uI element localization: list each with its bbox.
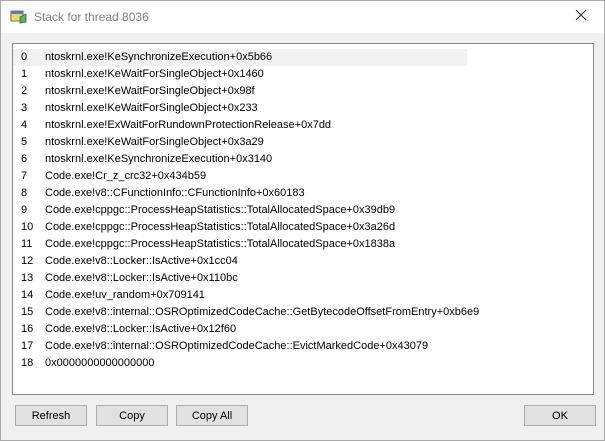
stack-frame-row[interactable]: 18 0x0000000000000000 bbox=[13, 355, 467, 372]
frame-index: 12 bbox=[21, 255, 34, 267]
frame-index: 16 bbox=[21, 323, 34, 335]
frame-text: ntoskrnl.exe!ExWaitForRundownProtectionR… bbox=[45, 119, 332, 131]
window-title: Stack for thread 8036 bbox=[34, 10, 149, 24]
frame-text: ntoskrnl.exe!KeWaitForSingleObject+0x98f bbox=[45, 85, 255, 97]
frame-index: 5 bbox=[21, 136, 28, 148]
frame-text: Code.exe!cppgc::ProcessHeapStatistics::T… bbox=[45, 238, 396, 250]
stack-frame-row[interactable]: 3 ntoskrnl.exe!KeWaitForSingleObject+0x23… bbox=[13, 100, 467, 117]
stack-frame-row[interactable]: 17 Code.exe!v8::internal::OSROptimizedCod… bbox=[13, 338, 467, 355]
frame-text: Code.exe!Cr_z_crc32+0x434b59 bbox=[45, 170, 207, 182]
ok-button[interactable]: OK bbox=[524, 405, 596, 426]
stack-dialog: Stack for thread 8036 0 ntoskrnl.exe!KeSy… bbox=[0, 0, 605, 441]
frame-text: Code.exe!v8::internal::OSROptimizedCodeC… bbox=[45, 306, 480, 318]
stack-frame-row[interactable]: 6 ntoskrnl.exe!KeSynchronizeExecution+0x3… bbox=[13, 151, 467, 168]
frame-text: ntoskrnl.exe!KeWaitForSingleObject+0x3a2… bbox=[45, 136, 264, 148]
stack-frame-row[interactable]: 12 Code.exe!v8::Locker::IsActive+0x1cc04 bbox=[13, 253, 467, 270]
frame-text: Code.exe!cppgc::ProcessHeapStatistics::T… bbox=[45, 221, 396, 233]
frame-index: 7 bbox=[21, 170, 28, 182]
stack-frame-row[interactable]: 9 Code.exe!cppgc::ProcessHeapStatistics::… bbox=[13, 202, 467, 219]
frame-index: 15 bbox=[21, 306, 34, 318]
refresh-button[interactable]: Refresh bbox=[15, 405, 87, 426]
frame-text: Code.exe!v8::internal::OSROptimizedCodeC… bbox=[45, 340, 429, 352]
frame-index: 0 bbox=[21, 51, 28, 63]
close-icon bbox=[575, 8, 587, 26]
frame-text: ntoskrnl.exe!KeSynchronizeExecution+0x31… bbox=[45, 153, 273, 165]
frame-text: ntoskrnl.exe!KeSynchronizeExecution+0x5b… bbox=[45, 51, 273, 63]
frame-index: 17 bbox=[21, 340, 34, 352]
stack-frame-row[interactable]: 11 Code.exe!cppgc::ProcessHeapStatistics:… bbox=[13, 236, 467, 253]
frame-index: 2 bbox=[21, 85, 28, 97]
frame-index: 1 bbox=[21, 68, 28, 80]
stack-frame-row[interactable]: 10 Code.exe!cppgc::ProcessHeapStatistics:… bbox=[13, 219, 467, 236]
frame-text: ntoskrnl.exe!KeWaitForSingleObject+0x233 bbox=[45, 102, 258, 114]
frame-index: 4 bbox=[21, 119, 28, 131]
stack-frame-row[interactable]: 14 Code.exe!uv_random+0x709141 bbox=[13, 287, 467, 304]
stack-frame-row[interactable]: 0 ntoskrnl.exe!KeSynchronizeExecution+0x5… bbox=[13, 49, 467, 66]
frame-text: Code.exe!v8::Locker::IsActive+0x110bc bbox=[45, 272, 238, 284]
stack-frame-row[interactable]: 8 Code.exe!v8::CFunctionInfo::CFunctionIn… bbox=[13, 185, 467, 202]
copy-button[interactable]: Copy bbox=[96, 405, 168, 426]
stack-frame-row[interactable]: 13 Code.exe!v8::Locker::IsActive+0x110bc bbox=[13, 270, 467, 287]
stack-frame-row[interactable]: 2 ntoskrnl.exe!KeWaitForSingleObject+0x98… bbox=[13, 83, 467, 100]
frame-index: 9 bbox=[21, 204, 28, 216]
stack-frame-row[interactable]: 5 ntoskrnl.exe!KeWaitForSingleObject+0x3a… bbox=[13, 134, 467, 151]
stack-frame-row[interactable]: 7 Code.exe!Cr_z_crc32+0x434b59 bbox=[13, 168, 467, 185]
frame-index: 18 bbox=[21, 357, 34, 369]
frame-text: Code.exe!uv_random+0x709141 bbox=[45, 289, 205, 301]
frame-index: 8 bbox=[21, 187, 28, 199]
frame-index: 3 bbox=[21, 102, 28, 114]
frame-text: Code.exe!v8::CFunctionInfo::CFunctionInf… bbox=[45, 187, 305, 199]
frame-index: 13 bbox=[21, 272, 34, 284]
close-button[interactable] bbox=[558, 1, 604, 33]
stack-frame-row[interactable]: 1 ntoskrnl.exe!KeWaitForSingleObject+0x14… bbox=[13, 66, 467, 83]
stack-frame-list[interactable]: 0 ntoskrnl.exe!KeSynchronizeExecution+0x5… bbox=[12, 43, 594, 395]
frame-text: Code.exe!cppgc::ProcessHeapStatistics::T… bbox=[45, 204, 396, 216]
app-window-icon bbox=[10, 9, 27, 24]
stack-frame-row[interactable]: 15 Code.exe!v8::internal::OSROptimizedCod… bbox=[13, 304, 479, 321]
frame-index: 6 bbox=[21, 153, 28, 165]
frame-text: Code.exe!v8::Locker::IsActive+0x12f60 bbox=[45, 323, 237, 335]
stack-frame-row[interactable]: 4 ntoskrnl.exe!ExWaitForRundownProtection… bbox=[13, 117, 467, 134]
frame-index: 10 bbox=[21, 221, 34, 233]
frame-text: ntoskrnl.exe!KeWaitForSingleObject+0x146… bbox=[45, 68, 264, 80]
title-bar[interactable]: Stack for thread 8036 bbox=[1, 1, 604, 33]
stack-frame-row[interactable]: 16 Code.exe!v8::Locker::IsActive+0x12f60 bbox=[13, 321, 467, 338]
frame-text: Code.exe!v8::Locker::IsActive+0x1cc04 bbox=[45, 255, 238, 267]
frame-index: 14 bbox=[21, 289, 34, 301]
frame-index: 11 bbox=[21, 238, 33, 250]
frame-text: 0x0000000000000000 bbox=[45, 357, 155, 369]
copy-all-button[interactable]: Copy All bbox=[176, 405, 248, 426]
